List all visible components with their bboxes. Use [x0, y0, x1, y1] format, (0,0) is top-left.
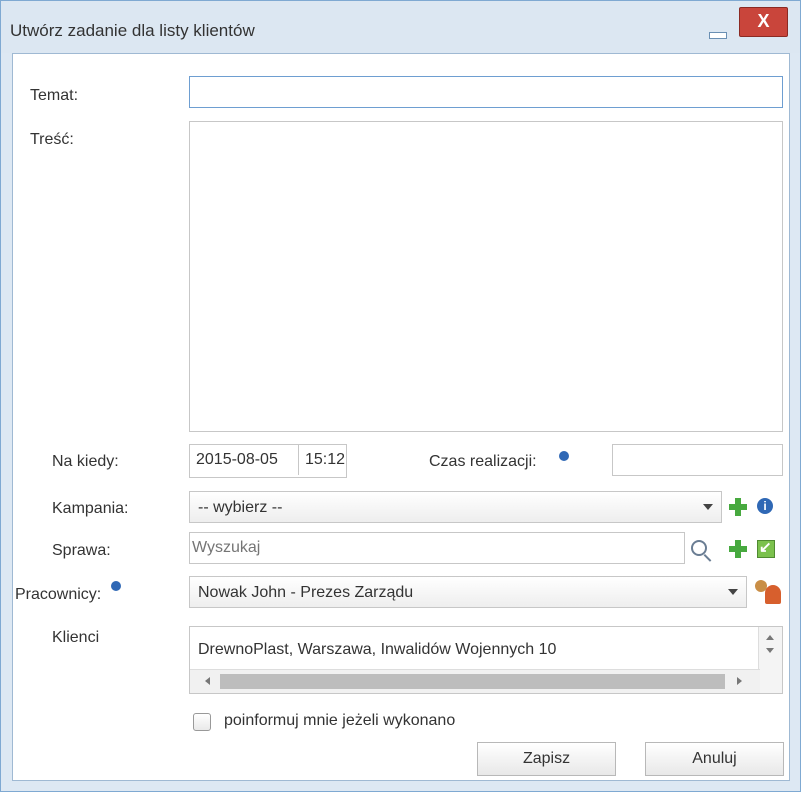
horizontal-scrollbar[interactable]: [190, 669, 760, 693]
titlebar: Utwórz zadanie dla listy klientów X: [1, 1, 800, 53]
czas-realizacji-label: Czas realizacji:: [429, 453, 537, 470]
scroll-left-icon[interactable]: [205, 677, 210, 685]
tresc-textarea[interactable]: [189, 121, 783, 432]
notify-checkbox-label: poinformuj mnie jeżeli wykonano: [224, 712, 456, 729]
scroll-up-icon[interactable]: [766, 635, 774, 640]
notify-checkbox[interactable]: [193, 713, 211, 731]
add-case-plus-icon[interactable]: [729, 540, 747, 558]
klienci-label: Klienci: [52, 629, 100, 646]
form-content: Temat: Treść: Na kiedy: 2015-08-05 15:12…: [12, 53, 790, 781]
sprawa-label: Sprawa:: [52, 542, 111, 559]
temat-label: Temat:: [30, 87, 79, 104]
time-input[interactable]: 15:12: [299, 445, 345, 475]
sprawa-search-input[interactable]: [189, 532, 685, 564]
kampania-label: Kampania:: [52, 500, 129, 517]
add-campaign-plus-icon[interactable]: [729, 498, 747, 516]
export-icon[interactable]: [757, 538, 775, 558]
client-list-item: DrewnoPlast, Warszawa, Inwalidów Wojenny…: [198, 641, 557, 658]
pracownicy-selected-value: Nowak John - Prezes Zarządu: [198, 584, 414, 601]
czas-realizacji-info-icon: [559, 451, 569, 461]
create-task-dialog: Utwórz zadanie dla listy klientów X Tema…: [0, 0, 801, 792]
save-button[interactable]: Zapisz: [477, 742, 616, 776]
people-icon[interactable]: [753, 580, 781, 604]
horizontal-scroll-thumb[interactable]: [220, 674, 725, 689]
search-icon[interactable]: [691, 540, 707, 556]
date-time-field[interactable]: 2015-08-05 15:12: [189, 444, 347, 478]
cancel-button[interactable]: Anuluj: [645, 742, 784, 776]
temat-input[interactable]: [189, 76, 783, 108]
scroll-right-icon[interactable]: [737, 677, 742, 685]
campaign-info-icon[interactable]: i: [757, 498, 773, 514]
chevron-down-icon: [703, 504, 713, 510]
vertical-scrollbar[interactable]: [758, 627, 782, 693]
pracownicy-info-icon: [111, 581, 121, 591]
scroll-down-icon[interactable]: [766, 648, 774, 653]
tresc-label: Treść:: [30, 131, 74, 148]
chevron-down-icon: [728, 589, 738, 595]
minimize-button[interactable]: [705, 19, 735, 41]
date-input[interactable]: 2015-08-05: [190, 445, 299, 475]
kampania-select[interactable]: -- wybierz --: [189, 491, 722, 523]
czas-realizacji-input[interactable]: [612, 444, 783, 476]
kampania-selected-value: -- wybierz --: [198, 499, 283, 516]
pracownicy-select[interactable]: Nowak John - Prezes Zarządu: [189, 576, 747, 608]
na-kiedy-label: Na kiedy:: [52, 453, 119, 470]
dialog-title: Utwórz zadanie dla listy klientów: [10, 21, 255, 40]
pracownicy-label: Pracownicy:: [15, 586, 102, 603]
klienci-list[interactable]: DrewnoPlast, Warszawa, Inwalidów Wojenny…: [189, 626, 783, 694]
close-button[interactable]: X: [739, 7, 788, 37]
